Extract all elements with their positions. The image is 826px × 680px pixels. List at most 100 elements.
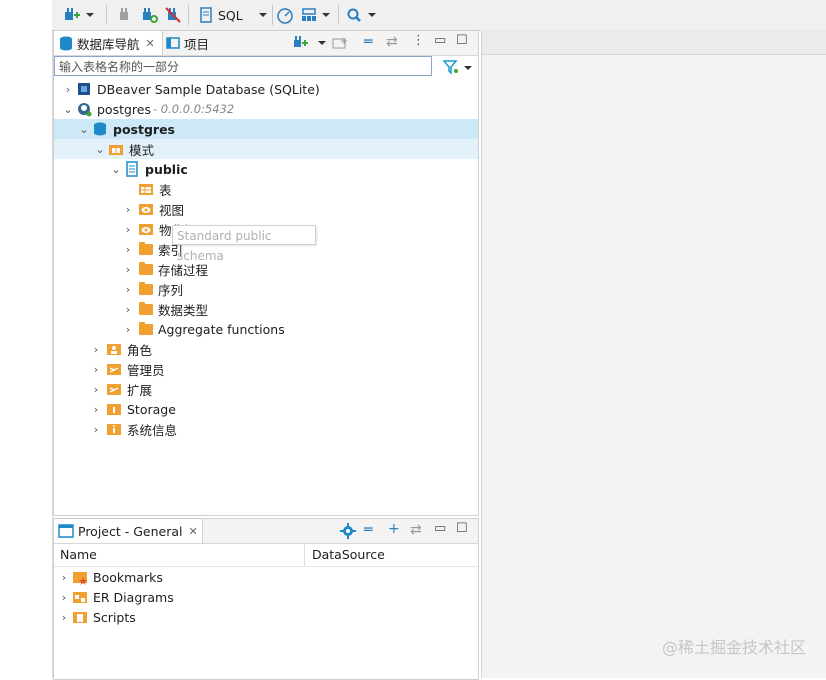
gear-icon[interactable]	[340, 523, 356, 539]
materialized-views-icon	[139, 224, 153, 235]
tab-projects-label: 项目	[184, 36, 210, 52]
dashboard-icon	[277, 8, 293, 24]
search-dropdown-icon[interactable]	[368, 13, 376, 17]
expand-chevron-icon[interactable]: ›	[122, 203, 134, 216]
link-with-editor-icon[interactable]: ⇄	[410, 522, 422, 538]
column-datasource-header[interactable]: DataSource	[312, 544, 385, 566]
tree-item-administrators[interactable]: › 管理员	[54, 359, 478, 379]
tree-item-public-schema[interactable]: ⌄ public	[54, 159, 478, 179]
tree-item-views[interactable]: › 视图	[54, 199, 478, 219]
tree-item-extensions[interactable]: › 扩展	[54, 379, 478, 399]
folder-icon	[139, 281, 153, 295]
expand-chevron-icon[interactable]: ›	[90, 423, 102, 436]
collapse-chevron-icon[interactable]: ⌄	[62, 103, 74, 116]
column-name-header[interactable]: Name	[60, 544, 97, 566]
navigator-menu-dropdown-icon[interactable]	[318, 41, 326, 45]
minimize-icon[interactable]: ▭	[434, 521, 446, 536]
database-navigator-panel: 数据库导航 ✕ 项目 ═ ⇄ ⋮ ▭ ☐ 输入表格名称的一部分 › DBeave…	[53, 30, 479, 516]
tree-item-data-types[interactable]: › 数据类型	[54, 299, 478, 319]
reconnect-button[interactable]	[140, 5, 158, 25]
expand-chevron-icon[interactable]: ›	[62, 83, 74, 96]
folder-icon	[139, 301, 153, 315]
tree-item-roles[interactable]: › 角色	[54, 339, 478, 359]
column-divider[interactable]	[304, 544, 305, 566]
reconnect-icon	[143, 8, 158, 23]
close-icon[interactable]: ✕	[189, 525, 198, 538]
expand-chevron-icon[interactable]: ›	[90, 383, 102, 396]
new-folder-icon[interactable]	[332, 36, 348, 50]
tree-item-sqlite[interactable]: › DBeaver Sample Database (SQLite)	[54, 79, 478, 99]
tree-item-aggregate-functions[interactable]: › Aggregate functions	[54, 319, 478, 339]
schema-tooltip: Standard public schema	[172, 225, 316, 263]
expand-chevron-icon[interactable]: ›	[90, 403, 102, 416]
expand-chevron-icon[interactable]: ›	[122, 283, 134, 296]
tree-item-procedures[interactable]: › 存储过程	[54, 259, 478, 279]
filter-icon[interactable]	[442, 59, 460, 75]
minimize-icon[interactable]: ▭	[434, 33, 446, 48]
project-item-scripts[interactable]: › Scripts	[54, 607, 478, 627]
new-connection-button[interactable]	[62, 5, 94, 25]
collapse-chevron-icon[interactable]: ⌄	[78, 123, 90, 136]
sql-template-button[interactable]	[300, 5, 330, 25]
project-item-er-diagrams[interactable]: › ER Diagrams	[54, 587, 478, 607]
project-tabbar: Project - General ✕ ═ + ⇄ ▭ ☐	[54, 519, 478, 544]
collapse-all-icon[interactable]: ═	[364, 522, 372, 538]
tree-item-schemas[interactable]: ⌄ 模式	[54, 139, 478, 159]
tree-item-label: Aggregate functions	[158, 321, 285, 337]
expand-chevron-icon[interactable]: ›	[90, 343, 102, 356]
tab-database-navigator[interactable]: 数据库导航 ✕	[54, 31, 163, 55]
extensions-icon	[107, 384, 121, 395]
expand-chevron-icon[interactable]: ›	[122, 323, 134, 336]
search-button[interactable]	[346, 5, 376, 25]
expand-all-icon[interactable]: +	[388, 521, 400, 537]
tree-item-storage[interactable]: › Storage	[54, 399, 478, 419]
projects-icon	[166, 37, 180, 49]
filter-dropdown-icon[interactable]	[464, 66, 472, 70]
view-menu-icon[interactable]: ⋮	[412, 33, 425, 48]
tab-project-general[interactable]: Project - General ✕	[54, 519, 203, 543]
maximize-icon[interactable]: ☐	[456, 521, 468, 536]
expand-chevron-icon[interactable]: ›	[58, 591, 70, 604]
new-connection-icon[interactable]	[292, 35, 308, 51]
administrators-icon	[107, 364, 121, 375]
watermark: @稀土掘金技术社区	[661, 638, 806, 657]
expand-chevron-icon[interactable]: ›	[90, 363, 102, 376]
maximize-icon[interactable]: ☐	[456, 33, 468, 48]
folder-icon	[139, 261, 153, 275]
tree-item-postgres-connection[interactable]: ⌄ postgres - 0.0.0.0:5432	[54, 99, 478, 119]
sql-editor-button[interactable]: SQL	[198, 5, 267, 25]
expand-chevron-icon[interactable]: ›	[58, 611, 70, 624]
new-connection-dropdown-icon[interactable]	[86, 13, 94, 17]
dashboard-button[interactable]	[276, 5, 294, 25]
disconnect-button[interactable]	[116, 5, 132, 25]
tree-item-sequences[interactable]: › 序列	[54, 279, 478, 299]
tree-item-postgres-database[interactable]: ⌄ postgres	[54, 119, 478, 139]
collapse-chevron-icon[interactable]: ⌄	[94, 143, 106, 156]
expand-chevron-icon[interactable]: ›	[58, 571, 70, 584]
collapse-chevron-icon[interactable]: ⌄	[110, 163, 122, 176]
tree-item-label: 模式	[129, 142, 155, 158]
tree-item-label: 扩展	[127, 382, 153, 398]
template-dropdown-icon[interactable]	[322, 13, 330, 17]
collapse-all-icon[interactable]: ═	[364, 34, 372, 50]
expand-chevron-icon[interactable]: ›	[122, 223, 134, 236]
schemas-folder-icon	[109, 145, 123, 155]
sql-editor-icon	[200, 7, 212, 23]
sql-dropdown-icon[interactable]	[258, 13, 267, 17]
disconnect-all-button[interactable]	[164, 5, 182, 25]
tree-item-tables[interactable]: 表	[54, 179, 478, 199]
tree-item-system-info[interactable]: › 系统信息	[54, 419, 478, 439]
project-item-bookmarks[interactable]: › Bookmarks	[54, 567, 478, 587]
left-gutter	[0, 0, 53, 678]
project-icon	[58, 524, 74, 538]
tab-projects[interactable]: 项目	[166, 31, 209, 55]
expand-chevron-icon[interactable]: ›	[122, 263, 134, 276]
expand-chevron-icon[interactable]: ›	[122, 303, 134, 316]
close-icon[interactable]: ✕	[146, 37, 155, 50]
folder-icon	[139, 321, 153, 335]
er-diagram-icon	[73, 592, 87, 603]
tree-item-label: 序列	[158, 282, 184, 298]
expand-chevron-icon[interactable]: ›	[122, 243, 134, 256]
table-filter-input[interactable]: 输入表格名称的一部分	[54, 56, 432, 76]
link-with-editor-icon[interactable]: ⇄	[386, 34, 398, 50]
